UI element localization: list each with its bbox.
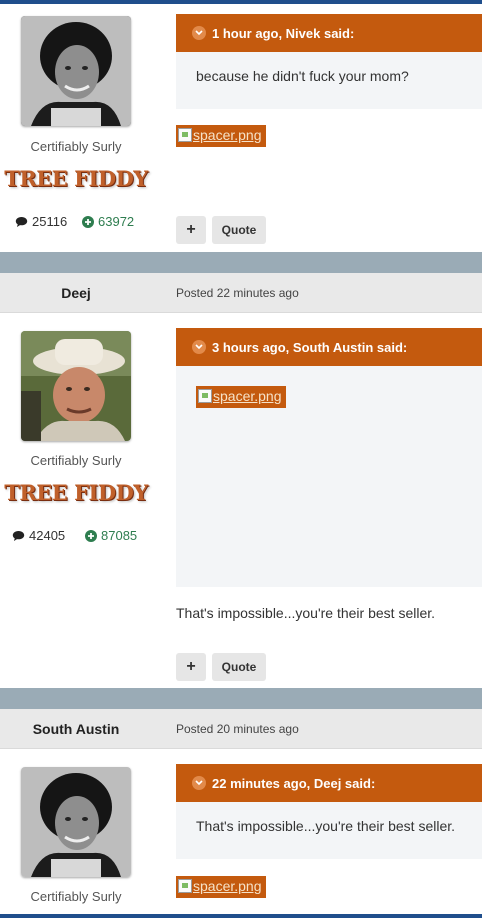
quote-button[interactable]: Quote: [212, 653, 266, 681]
post-body: That's impossible...you're their best se…: [176, 605, 436, 621]
reputation-value: 63972: [98, 214, 135, 229]
image-alt-text: spacer.png: [193, 878, 262, 894]
quote-citation: 3 hours ago, South Austin said:: [212, 339, 408, 355]
broken-image[interactable]: spacer.png: [196, 386, 286, 408]
post-timestamp[interactable]: Posted 20 minutes ago: [176, 709, 299, 749]
user-title: Certifiably Surly: [30, 453, 122, 468]
avatar[interactable]: [21, 16, 131, 126]
broken-image-icon: [178, 879, 192, 893]
post-header: South Austin Posted 20 minutes ago: [0, 709, 482, 749]
user-badge: TREE FIDDY: [2, 480, 150, 506]
reputation[interactable]: 87085: [85, 528, 137, 543]
reaction-button[interactable]: +: [176, 653, 206, 681]
post-timestamp[interactable]: Posted 22 minutes ago: [176, 273, 299, 313]
comment-icon: [12, 530, 25, 541]
avatar[interactable]: [21, 331, 131, 441]
plus-circle-icon: [85, 529, 97, 542]
post-count-value: 25116: [32, 214, 68, 229]
broken-image[interactable]: spacer.png: [176, 876, 266, 898]
user-title: Certifiably Surly: [30, 139, 122, 154]
quote-header[interactable]: 1 hour ago, Nivek said:: [176, 14, 482, 52]
post-header: Deej Posted 22 minutes ago: [0, 273, 482, 313]
post-count[interactable]: 42405: [12, 528, 65, 543]
quote-block: 3 hours ago, South Austin said:: [176, 328, 482, 587]
broken-image[interactable]: spacer.png: [176, 125, 266, 147]
user-title: Certifiably Surly: [30, 889, 122, 904]
quote-body: because he didn't fuck your mom?: [196, 68, 409, 84]
chevron-down-icon: [192, 776, 206, 790]
plus-circle-icon: [82, 215, 94, 228]
image-alt-text: spacer.png: [193, 127, 262, 143]
quote-body: That's impossible...you're their best se…: [196, 818, 456, 834]
avatar[interactable]: [21, 767, 131, 877]
quote-citation: 1 hour ago, Nivek said:: [212, 25, 355, 41]
post-divider: [0, 252, 482, 274]
quote-citation: 22 minutes ago, Deej said:: [212, 775, 376, 791]
quote-header[interactable]: 3 hours ago, South Austin said:: [176, 328, 482, 366]
author-name[interactable]: Deej: [0, 273, 152, 313]
author-name[interactable]: South Austin: [0, 709, 152, 749]
post-count[interactable]: 25116: [15, 214, 67, 229]
reputation-value: 87085: [101, 528, 138, 543]
bottom-border: [0, 914, 482, 918]
image-alt-text: spacer.png: [213, 388, 282, 404]
top-border: [0, 0, 482, 4]
reputation[interactable]: 63972: [82, 214, 134, 229]
badge-text: TREE FIDDY: [4, 480, 148, 505]
quote-block: 22 minutes ago, Deej said: That's imposs…: [176, 764, 482, 859]
comment-icon: [15, 216, 28, 227]
chevron-down-icon: [192, 340, 206, 354]
quote-button[interactable]: Quote: [212, 216, 266, 244]
quote-block: 1 hour ago, Nivek said: because he didn'…: [176, 14, 482, 109]
post-count-value: 42405: [29, 528, 66, 543]
post-divider: [0, 688, 482, 710]
broken-image-icon: [178, 128, 192, 142]
reaction-button[interactable]: +: [176, 216, 206, 244]
broken-image-icon: [198, 389, 212, 403]
chevron-down-icon: [192, 26, 206, 40]
user-badge: TREE FIDDY: [2, 166, 150, 192]
quote-header[interactable]: 22 minutes ago, Deej said:: [176, 764, 482, 802]
badge-text: TREE FIDDY: [4, 166, 148, 191]
